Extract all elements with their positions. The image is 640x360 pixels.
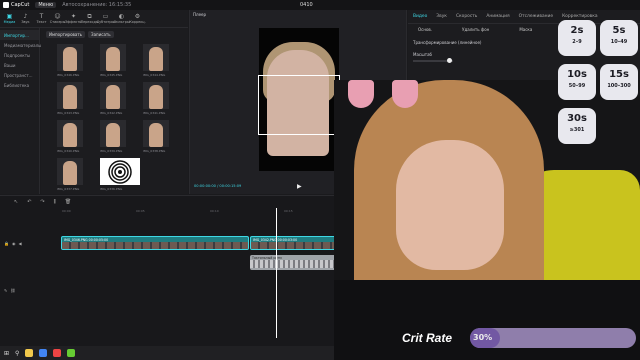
link-icon[interactable]: ⛓ — [10, 288, 15, 293]
eye-icon[interactable]: ◉ — [12, 241, 16, 246]
capcut-icon — [3, 2, 9, 8]
media-thumb[interactable]: IMG_0346.PNG — [57, 44, 83, 77]
app-logo: CapCut — [3, 2, 29, 8]
tab-adjust[interactable]: Корректировка — [562, 14, 598, 19]
tool-effects[interactable]: ✦ Эффекты — [65, 10, 82, 28]
media-thumb[interactable]: IMG_0337.PNG — [57, 158, 83, 191]
delete-icon[interactable]: 🗑 — [65, 199, 71, 205]
thumb-image — [149, 123, 163, 147]
sidebar-item-library[interactable]: Библиотека — [0, 80, 39, 90]
media-sidebar: Импортир... Медиаматериалы Подпроекты Ва… — [0, 28, 41, 194]
sidebar-item-import[interactable]: Импортир... — [0, 30, 39, 40]
media-thumb[interactable]: IMG_0343.PNG — [57, 82, 83, 115]
tool-media[interactable]: ▣ Медиа — [2, 10, 17, 28]
tab-tracking[interactable]: Отслеживание — [519, 14, 553, 19]
tab-audio[interactable]: Звук — [436, 14, 447, 19]
media-grid: IMG_0346.PNG IMG_0345.PNG IMG_0344.PNG I… — [41, 41, 188, 191]
scale-label: Масштаб — [413, 52, 433, 57]
tab-speed[interactable]: Скорость — [456, 14, 477, 19]
tool-transitions[interactable]: ⧉ Переходы — [81, 10, 99, 28]
playhead[interactable] — [276, 208, 277, 338]
mute-icon[interactable]: ◀ — [18, 241, 21, 246]
subtab-mask[interactable]: Маска — [519, 27, 532, 32]
sidebar-item-media[interactable]: Медиаматериалы — [0, 40, 41, 50]
spiral-image — [108, 159, 132, 184]
media-thumb[interactable]: IMG_0338.PNG — [143, 120, 169, 153]
tool-audio[interactable]: ♪ Звук — [18, 10, 33, 28]
sidebar-item-yours[interactable]: Ваши — [0, 60, 39, 70]
undo-icon[interactable]: ↶ — [27, 199, 31, 205]
crit-rate-bar: 30% — [470, 328, 636, 348]
player-timecode: 00:00:00:00 / 00:00:15:09 — [194, 184, 242, 188]
thumb-image — [63, 85, 77, 109]
tool-text[interactable]: T Текст — [34, 10, 49, 28]
subtab-basic[interactable]: Основ. — [418, 27, 432, 32]
tip-menu: 2s 2–9 5s 10–49 10s 50–99 15s 100–300 30s ≥30… — [556, 20, 640, 152]
app-name: CapCut — [11, 2, 30, 8]
record-button[interactable]: Записать — [88, 31, 114, 38]
media-thumb[interactable]: IMG_0341.PNG — [143, 82, 169, 115]
autosave-status: Автосохранение: 16:15:35 — [62, 2, 132, 8]
sidebar-item-subprojects[interactable]: Подпроекты — [0, 50, 39, 60]
window-titlebar: CapCut Меню Автосохранение: 16:15:35 041… — [0, 0, 640, 10]
thumb-image — [106, 47, 120, 71]
streamer-face — [396, 140, 504, 270]
thumb-image — [106, 123, 120, 147]
lock-icon[interactable]: 🔒 — [4, 241, 9, 246]
redo-icon[interactable]: ↷ — [40, 199, 44, 205]
streamer-shirt — [334, 280, 640, 360]
ear-right — [392, 80, 418, 108]
thumb-image — [149, 85, 163, 109]
media-thumb[interactable]: IMG_0340.PNG — [57, 120, 83, 153]
thumb-image — [149, 47, 163, 71]
windows-icon[interactable]: ⊞ — [4, 350, 9, 357]
edit-icon[interactable]: ✎ — [4, 288, 7, 293]
play-icon[interactable]: ▶ — [297, 183, 302, 190]
media-thumb[interactable]: IMG_0344.PNG — [143, 44, 169, 77]
tip-card: 30s ≥301 — [558, 108, 596, 144]
app-icon[interactable] — [67, 349, 76, 357]
sidebar-item-space[interactable]: Пространст... — [0, 70, 39, 80]
media-thumb[interactable]: IMG_0345.PNG — [100, 44, 126, 77]
media-thumb[interactable]: IMG_0342.PNG — [100, 82, 126, 115]
import-button[interactable]: Импортировать — [46, 31, 86, 38]
media-panel: Импортировать Записать IMG_0346.PNG IMG_… — [41, 28, 188, 194]
ear-left — [348, 80, 374, 108]
tip-card: 2s 2–9 — [558, 20, 596, 56]
media-thumb-spiral[interactable]: IMG_0336.PNG — [100, 158, 140, 191]
thumb-image — [106, 85, 120, 109]
player-title: Плеер — [193, 12, 207, 17]
search-icon[interactable]: ⚲ — [15, 350, 19, 357]
select-icon[interactable]: ↖ — [14, 199, 18, 205]
media-thumb[interactable]: IMG_0339.PNG — [100, 120, 126, 153]
tool-filters[interactable]: ◐ Фильтры — [113, 10, 129, 28]
asset-toolbar: ▣ Медиа ♪ Звук T Текст ☺ Стикеры ✦ Эффекты ⧉ П… — [0, 10, 188, 28]
crit-rate-label: Crit Rate — [402, 331, 453, 345]
thumb-image — [63, 47, 77, 71]
audio-track-controls: ✎ ⛓ — [4, 288, 15, 293]
folder-icon[interactable] — [25, 349, 34, 357]
tab-animation[interactable]: Анимация — [486, 14, 509, 19]
selection-box[interactable] — [258, 75, 340, 135]
thumb-image — [63, 161, 77, 185]
tip-card: 10s 50–99 — [558, 64, 596, 100]
browser-icon[interactable] — [39, 349, 48, 357]
tool-adjust[interactable]: ⚙ Коррекц. — [129, 10, 145, 28]
scale-slider[interactable] — [413, 58, 453, 63]
split-icon[interactable]: ⫼ — [54, 199, 56, 205]
video-clip[interactable]: IMG_0346.PNG 00:00:05:00 — [61, 236, 249, 250]
app-icon[interactable] — [53, 349, 62, 357]
thumb-image — [63, 123, 77, 147]
tool-stickers[interactable]: ☺ Стикеры — [50, 10, 66, 28]
subtab-remove-bg[interactable]: Удалить фон — [462, 27, 489, 32]
cat-ears — [334, 80, 454, 110]
tip-card: 5s 10–49 — [600, 20, 638, 56]
crit-rate-value: 30% — [473, 333, 493, 342]
tip-card: 15s 100–300 — [600, 64, 638, 100]
menu-button[interactable]: Меню — [35, 2, 57, 8]
video-track-controls: 🔒 ◉ ◀ — [4, 241, 22, 246]
project-title: 0410 — [300, 2, 313, 8]
tool-subtitles[interactable]: ▭ Субтитры — [97, 10, 114, 28]
tab-video[interactable]: Видео — [413, 14, 427, 19]
